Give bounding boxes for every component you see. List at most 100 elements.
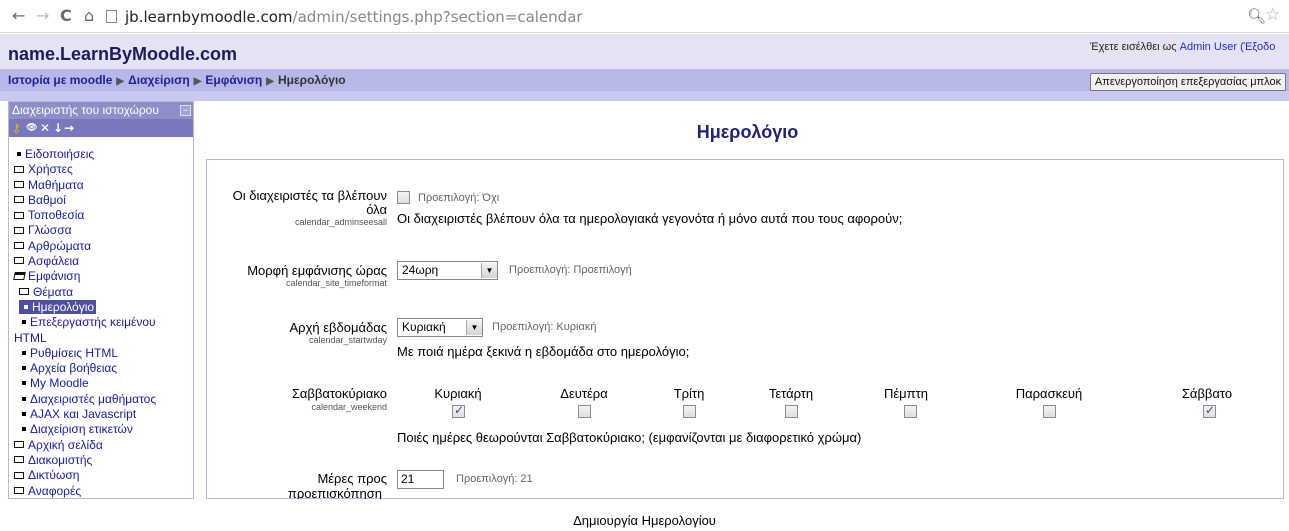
sidebar-item-html-settings[interactable]: Ρυθμίσεις HTML (14, 346, 156, 361)
folder-icon (14, 226, 24, 234)
timeformat-select[interactable]: 24ωρη ▼ (397, 261, 498, 280)
sidebar-item-my-moodle[interactable]: My Moodle (14, 376, 156, 391)
sidebar-title: Διαχειριστής του ιστοχώρου (9, 102, 193, 119)
folder-icon (14, 456, 24, 464)
weekend-day-tuesday: Τρίτη (673, 386, 705, 401)
lookahead-input[interactable]: 21 (397, 470, 444, 489)
sidebar-item-courses[interactable]: Μαθήματα (14, 178, 156, 193)
bullet-icon (22, 381, 26, 386)
folder-icon (14, 180, 24, 188)
weekend-day-monday: Δευτέρα (560, 386, 608, 401)
weekend-checkbox-sunday[interactable] (452, 403, 465, 418)
bullet-icon (22, 320, 26, 325)
weekend-day-sunday: Κυριακή (434, 386, 482, 401)
crumb-separator-icon: ▶ (266, 76, 274, 87)
weekend-checkbox-thursday[interactable] (904, 405, 917, 418)
block-edit-button[interactable]: Απενεργοποίηση επεξεργασίας μπλοκ (1090, 73, 1286, 91)
folder-icon (14, 486, 24, 494)
adminseesall-description: Οι διαχειριστές βλέπουν όλα τα ημερολογι… (397, 211, 903, 226)
url-host: jb.learnbymoodle.com (125, 8, 293, 26)
weekend-day-wednesday: Τετάρτη (768, 386, 814, 401)
weekend-checkbox-monday[interactable] (578, 405, 591, 418)
startwday-select[interactable]: Κυριακή ▼ (397, 318, 483, 337)
site-name[interactable]: name.LearnByMoodle.com (8, 44, 237, 65)
sidebar-item-location[interactable]: Τοποθεσία (14, 208, 156, 223)
sidebar-item-text-editor-cont[interactable]: HTML (14, 331, 156, 346)
forward-icon[interactable]: → (36, 6, 49, 25)
crumb-separator-icon: ▶ (193, 76, 202, 87)
bullet-icon (22, 365, 26, 370)
startwday-key: calendar_startwday (308, 335, 387, 345)
weekend-checkbox-tuesday[interactable] (683, 405, 696, 418)
roles-icon[interactable]: ⚷ (12, 121, 21, 135)
sidebar-item-networking[interactable]: Δικτύωση (14, 468, 156, 483)
breadcrumb: Ιστορία με moodle ▶ Διαχείριση ▶ Εμφάνιση ▶ Ημ… (8, 73, 346, 87)
bullet-icon (22, 396, 26, 401)
sidebar-item-modules[interactable]: Αρθρώματα (14, 239, 156, 254)
collapse-icon[interactable]: − (180, 105, 191, 116)
address-bar[interactable]: jb.learnbymoodle.com/admin/settings.php?… (125, 8, 583, 26)
lookahead-clip: προεπισκόπηση (206, 486, 1284, 499)
reload-icon[interactable]: C (60, 6, 72, 25)
weekend-day-thursday: Πέμπτη (883, 386, 928, 401)
lookahead-label-cont: προεπισκόπηση (287, 486, 382, 499)
delete-icon[interactable]: ✕ (40, 121, 50, 135)
folder-icon (14, 440, 24, 448)
adminseesall-key: calendar_adminseesall (294, 217, 387, 227)
sidebar-item-language[interactable]: Γλώσσα (14, 223, 156, 238)
hide-eye-icon[interactable]: 👁︎ (26, 123, 37, 133)
login-user-link[interactable]: Admin User (Έξοδο (1180, 41, 1276, 53)
startwday-label: Αρχή εβδομάδας (289, 320, 388, 335)
sidebar-item-appearance[interactable]: Εμφάνιση (13, 269, 156, 284)
home-icon[interactable]: ⌂ (84, 6, 94, 25)
sidebar-item-security[interactable]: Ασφάλεια (14, 254, 156, 269)
move-down-icon[interactable]: ↓ (53, 121, 63, 135)
crumb-admin[interactable]: Διαχείριση (128, 73, 190, 87)
dropdown-arrow-icon: ▼ (481, 263, 497, 278)
crumb-appearance[interactable]: Εμφάνιση (205, 73, 262, 87)
sidebar-item-grades[interactable]: Βαθμοί (14, 193, 156, 208)
adminseesall-default: Προεπιλογή: Όχι (418, 192, 500, 204)
crumb-current: Ημερολόγιο (277, 73, 346, 87)
bookmark-star-icon[interactable]: ☆ (1265, 5, 1280, 25)
sidebar-item-users[interactable]: Χρήστες (14, 162, 156, 177)
sidebar-item-help-files[interactable]: Αρχεία βοήθειας (14, 361, 156, 376)
sidebar-item-tags[interactable]: Διαχείριση ετικετών (14, 422, 156, 437)
back-icon[interactable]: ← (12, 6, 25, 25)
startwday-description: Με ποιά ημέρα ξεκινά η εβδομάδα στο ημερ… (397, 344, 690, 359)
timeformat-key: calendar_site_timeformat (285, 278, 387, 288)
timeformat-default: Προεπιλογή: Προεπιλογή (509, 264, 632, 276)
folder-icon (14, 196, 24, 204)
sidebar-item-text-editor[interactable]: Επεξεργαστής κειμένου (14, 315, 156, 330)
weekend-description: Ποιές ημέρες θεωρούνται Σαββατοκύριακο; … (397, 430, 862, 445)
sidebar-item-server[interactable]: Διακομιστής (14, 453, 156, 468)
weekend-checkbox-friday[interactable] (1043, 405, 1056, 418)
adminseesall-label: Οι διαχειριστές τα βλέπουν (232, 188, 387, 203)
page-icon (106, 10, 117, 23)
folder-open-icon (13, 272, 26, 281)
sidebar-item-course-managers[interactable]: Διαχειριστές μαθήματος (14, 392, 156, 407)
admin-tree: Ειδοποιήσεις Χρήστες Μαθήματα Βαθμοί Τοπ… (13, 147, 156, 499)
lookahead-label: Μέρες προς (317, 471, 387, 486)
bullet-icon (22, 427, 26, 432)
sidebar-item-ajax[interactable]: AJAX και Javascript (14, 407, 156, 422)
weekend-day-friday: Παρασκευή (1015, 386, 1083, 401)
bullet-icon (22, 411, 26, 416)
zoom-icon[interactable]: 🔍︎ (1247, 7, 1266, 25)
crumb-home[interactable]: Ιστορία με moodle (8, 73, 112, 87)
login-info: Έχετε εισέλθει ως Admin User (Έξοδο (1090, 41, 1276, 53)
bullet-icon (22, 350, 26, 355)
weekend-checkbox-saturday[interactable] (1203, 403, 1216, 418)
folder-icon (14, 211, 24, 219)
folder-icon (14, 165, 24, 173)
weekend-checkbox-wednesday[interactable] (785, 405, 798, 418)
sidebar-item-themes[interactable]: Θέματα (14, 285, 156, 300)
sidebar-item-calendar[interactable]: Ημερολόγιο (14, 299, 156, 315)
sidebar-item-front-page[interactable]: Αρχική σελίδα (14, 438, 156, 453)
figure-caption: Δημιουργία Ημερολογίου (573, 513, 716, 528)
sidebar-item-reports[interactable]: Αναφορές (14, 484, 156, 499)
sidebar-item-notifications[interactable]: Ειδοποιήσεις (14, 147, 156, 162)
move-right-icon[interactable]: → (64, 121, 74, 135)
adminseesall-checkbox[interactable] (397, 191, 410, 204)
header-divider (0, 91, 1289, 101)
